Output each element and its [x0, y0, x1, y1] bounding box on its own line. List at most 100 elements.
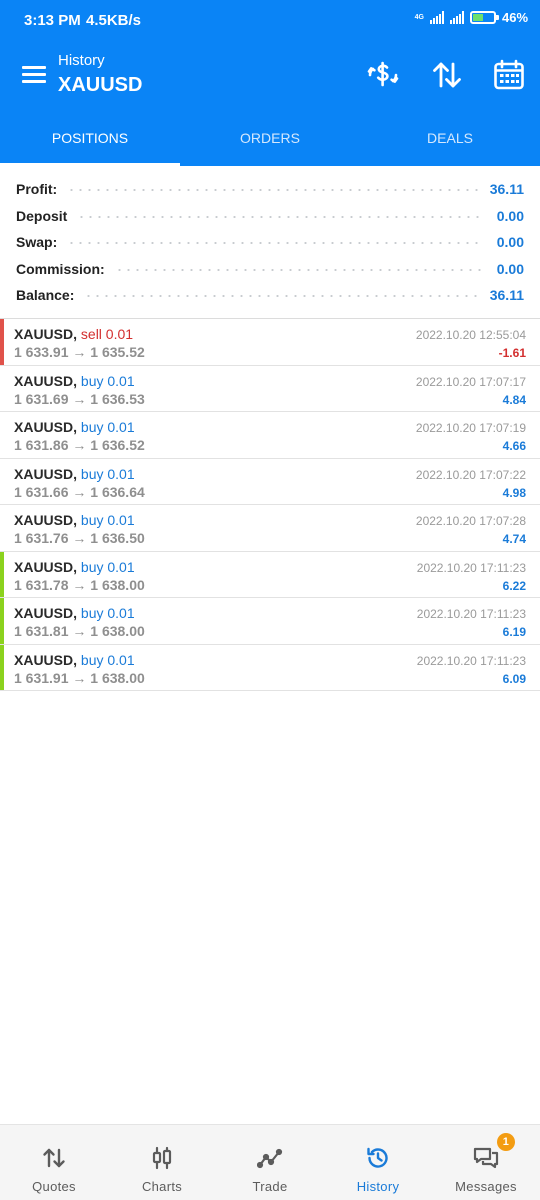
nav-label: Trade [252, 1179, 288, 1194]
network-type: 4G [414, 14, 424, 21]
result-bar [0, 459, 4, 505]
tab-positions[interactable]: POSITIONS [0, 110, 180, 166]
deal-prices: 1 631.76 → 1 636.50 [14, 530, 145, 546]
deal-side: buy 0.01 [80, 465, 135, 482]
symbol-filter-icon[interactable] [366, 58, 400, 92]
nav-charts[interactable]: Charts [108, 1125, 216, 1200]
messages-icon [473, 1147, 499, 1169]
dotted-leader [84, 295, 480, 298]
nav-quotes[interactable]: Quotes [0, 1125, 108, 1200]
status-indicators: 4G 46% [415, 10, 528, 25]
trade-icon [257, 1148, 283, 1169]
deal-time: 2022.10.20 17:07:28 [415, 514, 526, 528]
status-speed: 4.5KB/s [86, 12, 142, 29]
summary-row-deposit: Deposit 0.00 [0, 203, 540, 230]
table-row[interactable]: XAUUSD, buy 0.01 1 631.76 → 1 636.50 202… [0, 505, 540, 552]
summary-label: Profit: [16, 181, 58, 198]
result-bar [0, 644, 4, 690]
deal-profit: -1.61 [498, 346, 526, 360]
table-row[interactable]: XAUUSD, buy 0.01 1 631.78 → 1 638.00 202… [0, 551, 540, 598]
deal-time: 2022.10.20 17:11:23 [416, 653, 526, 668]
deal-side: buy 0.01 [80, 605, 135, 621]
deal-prices: 1 631.91 → 1 638.00 [14, 669, 145, 686]
table-row[interactable]: XAUUSD, buy 0.01 1 631.81 → 1 638.00 202… [0, 598, 540, 645]
summary-row-profit: Profit: 36.11 [0, 176, 540, 203]
status-time: 3:13 PM [24, 12, 81, 29]
deal-prices: 1 631.78 → 1 638.00 [14, 576, 145, 593]
deal-side: buy 0.01 [80, 558, 135, 575]
signal-icon-2 [449, 11, 464, 24]
summary-label: Swap: [16, 234, 58, 251]
table-row[interactable]: XAUUSD, buy 0.01 1 631.86 → 1 636.52 202… [0, 412, 540, 459]
quotes-icon [43, 1148, 65, 1168]
table-row[interactable]: XAUUSD, buy 0.01 1 631.69 → 1 636.53 202… [0, 366, 540, 412]
summary-value: 36.11 [489, 287, 524, 304]
deal-profit: 4.98 [502, 485, 526, 500]
dotted-leader [77, 215, 484, 218]
bottom-navigation: Quotes Charts Trade History 1 Messages [0, 1124, 540, 1200]
deal-time: 2022.10.20 17:11:23 [416, 560, 526, 575]
nav-messages[interactable]: 1 Messages [432, 1125, 540, 1200]
active-tab-indicator [0, 163, 180, 166]
deal-symbol: XAUUSD, [14, 465, 78, 482]
history-summary: Profit: 36.11 Deposit 0.00 Swap: 0.00 Co… [0, 176, 540, 309]
deal-side: buy 0.01 [80, 419, 135, 435]
table-row[interactable]: XAUUSD, buy 0.01 1 631.66 → 1 636.64 202… [0, 459, 540, 505]
signal-icon [429, 11, 444, 24]
summary-value: 36.11 [489, 181, 524, 198]
table-row[interactable]: XAUUSD, sell 0.01 1 633.91 → 1 635.52 20… [0, 319, 540, 366]
dotted-leader [67, 242, 484, 245]
deal-prices: 1 631.69 → 1 636.53 [14, 390, 145, 407]
deal-profit: 4.74 [502, 532, 526, 546]
summary-row-commission: Commission: 0.00 [0, 256, 540, 283]
deal-symbol: XAUUSD, [14, 558, 78, 575]
deal-side: buy 0.01 [80, 512, 135, 528]
charts-icon [152, 1146, 172, 1170]
menu-icon[interactable] [22, 66, 46, 84]
deal-side: sell 0.01 [80, 326, 134, 342]
battery-icon [469, 11, 499, 24]
deal-symbol: XAUUSD, [14, 372, 78, 389]
messages-badge: 1 [496, 1133, 515, 1151]
deal-time: 2022.10.20 17:11:23 [416, 607, 526, 621]
summary-value: 0.00 [496, 234, 524, 251]
tab-deals[interactable]: DEALS [360, 110, 540, 166]
nav-label: Quotes [32, 1179, 76, 1194]
deal-prices: 1 631.66 → 1 636.64 [14, 483, 145, 500]
page-subtitle: History [58, 52, 105, 69]
sort-icon[interactable] [430, 58, 464, 92]
deal-profit: 6.09 [502, 671, 526, 686]
deal-prices: 1 633.91 → 1 635.52 [14, 344, 145, 360]
deal-symbol: XAUUSD, [14, 326, 78, 342]
summary-label: Balance: [16, 287, 75, 304]
deal-prices: 1 631.81 → 1 638.00 [14, 623, 145, 639]
status-bar: 3:13 PM 4.5KB/s 4G 46% [0, 0, 540, 42]
page-title[interactable]: XAUUSD [58, 74, 142, 97]
deal-profit: 6.22 [502, 578, 526, 593]
deals-list: XAUUSD, sell 0.01 1 633.91 → 1 635.52 20… [0, 319, 540, 691]
nav-history[interactable]: History [324, 1125, 432, 1200]
nav-label: Messages [455, 1179, 517, 1194]
deal-time: 2022.10.20 17:07:19 [415, 421, 526, 435]
deal-prices: 1 631.86 → 1 636.52 [14, 437, 145, 453]
result-bar [0, 551, 4, 597]
dotted-leader [67, 189, 480, 192]
app-bar: 3:13 PM 4.5KB/s 4G 46% History XAUUSD PO… [0, 0, 540, 166]
table-row[interactable]: XAUUSD, buy 0.01 1 631.91 → 1 638.00 202… [0, 644, 540, 691]
deal-profit: 6.19 [502, 625, 526, 639]
deal-profit: 4.66 [502, 439, 526, 453]
result-bar [0, 598, 4, 644]
tab-orders[interactable]: ORDERS [180, 110, 360, 166]
deal-symbol: XAUUSD, [14, 512, 78, 528]
summary-row-swap: Swap: 0.00 [0, 229, 540, 256]
result-bar [0, 412, 4, 458]
deal-time: 2022.10.20 12:55:04 [415, 328, 526, 342]
calendar-icon[interactable] [492, 58, 526, 92]
deal-side: buy 0.01 [80, 372, 135, 389]
result-bar [0, 505, 4, 551]
nav-label: History [356, 1179, 400, 1194]
result-bar [0, 366, 4, 412]
deal-side: buy 0.01 [80, 651, 135, 668]
summary-row-balance: Balance: 36.11 [0, 282, 540, 309]
nav-trade[interactable]: Trade [216, 1125, 324, 1200]
